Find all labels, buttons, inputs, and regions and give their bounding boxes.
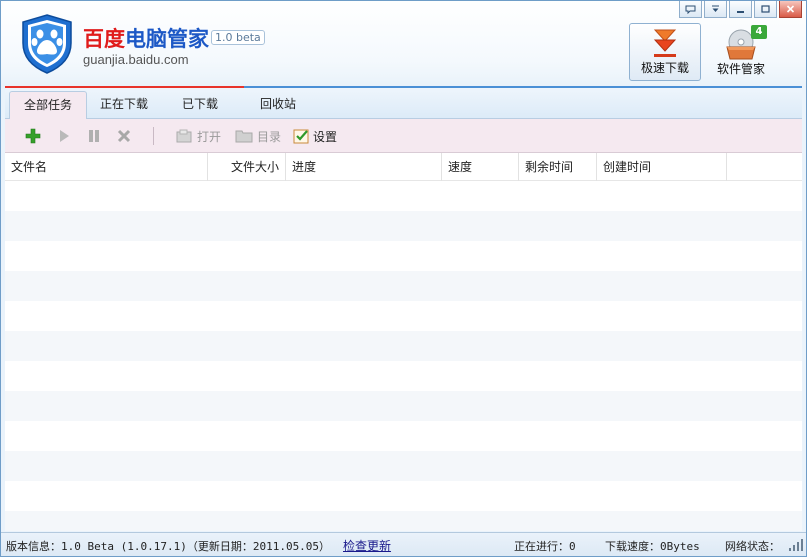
- table-row: [5, 181, 802, 211]
- table-row: [5, 241, 802, 271]
- table-row: [5, 391, 802, 421]
- main-window: 百度电脑管家 1.0 beta guanjia.baidu.com 极速下载 4…: [0, 0, 807, 557]
- brand-title-blue: 电脑管家: [125, 27, 209, 51]
- brand-version-badge: 1.0 beta: [211, 30, 265, 45]
- column-speed[interactable]: 速度: [442, 153, 519, 181]
- software-update-badge: 4: [751, 25, 767, 39]
- pause-icon: [89, 130, 99, 142]
- table-row: [5, 331, 802, 361]
- x-icon: [117, 129, 131, 143]
- table-row: [5, 271, 802, 301]
- play-icon: [60, 130, 69, 142]
- in-progress-count: 正在进行：0: [514, 540, 576, 553]
- table-row: [5, 511, 802, 531]
- brand-url: guanjia.baidu.com: [83, 52, 189, 67]
- settings-button[interactable]: 设置: [293, 126, 337, 146]
- add-task-button[interactable]: [25, 126, 41, 146]
- download-speed: 下载速度：0Bytes: [605, 540, 700, 553]
- window-controls: [677, 1, 802, 18]
- speech-bubble-icon: [685, 5, 696, 14]
- software-manager-label: 软件管家: [716, 62, 765, 76]
- brand-title: 百度电脑管家: [83, 27, 209, 51]
- plus-icon: [25, 128, 41, 144]
- dropdown-menu-icon: [712, 5, 719, 12]
- settings-label: 设置: [313, 129, 338, 144]
- tab-bar: 全部任务 正在下载 已下载 回收站: [5, 88, 802, 120]
- close-button[interactable]: [779, 1, 802, 18]
- status-bar: 版本信息：1.0 Beta (1.0.17.1)（更新日期：2011.05.05…: [1, 532, 806, 556]
- menu-button[interactable]: [704, 1, 727, 18]
- table-row: [5, 301, 802, 331]
- feedback-button[interactable]: [679, 1, 702, 18]
- baidu-paw-shield-logo: [22, 14, 72, 74]
- toolbar-separator: [153, 127, 154, 145]
- table-row: [5, 211, 802, 241]
- maximize-icon: [761, 5, 770, 13]
- software-manager-button[interactable]: 4 软件管家: [705, 23, 777, 81]
- check-update-link[interactable]: 检查更新: [343, 537, 391, 554]
- network-signal-icon: [789, 539, 803, 551]
- network-status-label: 网络状态：: [725, 540, 780, 553]
- column-filename[interactable]: 文件名: [5, 153, 208, 181]
- folder-button[interactable]: 目录: [235, 126, 281, 146]
- header: 百度电脑管家 1.0 beta guanjia.baidu.com 极速下载 4…: [1, 1, 806, 87]
- column-remaining-time[interactable]: 剩余时间: [519, 153, 597, 181]
- minimize-icon: [737, 11, 744, 13]
- table-row: [5, 361, 802, 391]
- column-progress[interactable]: 进度: [286, 153, 442, 181]
- delete-button[interactable]: [117, 126, 131, 146]
- pause-button[interactable]: [87, 126, 101, 146]
- folder-label: 目录: [257, 129, 282, 144]
- open-button[interactable]: 打开: [175, 126, 221, 146]
- task-list-header: 文件名 文件大小 进度 速度 剩余时间 创建时间: [5, 153, 802, 181]
- maximize-button[interactable]: [754, 1, 777, 18]
- close-icon: [786, 5, 795, 13]
- column-filesize[interactable]: 文件大小: [208, 153, 286, 181]
- brand-title-red: 百度: [83, 27, 125, 51]
- toolbar: 打开 目录 设置: [5, 119, 802, 153]
- tab-downloaded[interactable]: 已下载: [161, 91, 239, 119]
- tab-all-tasks[interactable]: 全部任务: [9, 91, 87, 120]
- tab-downloading[interactable]: 正在下载: [85, 91, 163, 119]
- table-row: [5, 481, 802, 511]
- minimize-button[interactable]: [729, 1, 752, 18]
- task-list-rows: [5, 181, 802, 531]
- task-list: 文件名 文件大小 进度 速度 剩余时间 创建时间: [5, 153, 802, 531]
- start-button[interactable]: [57, 126, 71, 146]
- settings-checklist-icon: [293, 129, 309, 144]
- open-file-icon: [176, 129, 192, 143]
- tab-recycle-bin[interactable]: 回收站: [239, 91, 317, 119]
- column-created-time[interactable]: 创建时间: [597, 153, 727, 181]
- fast-download-button[interactable]: 极速下载: [629, 23, 701, 81]
- folder-icon: [235, 130, 253, 143]
- version-info: 版本信息：1.0 Beta (1.0.17.1)（更新日期：2011.05.05…: [6, 540, 331, 553]
- table-row: [5, 421, 802, 451]
- fast-download-label: 极速下载: [640, 61, 689, 75]
- open-label: 打开: [197, 129, 222, 144]
- fast-download-arrow-icon: [653, 29, 677, 57]
- table-row: [5, 451, 802, 481]
